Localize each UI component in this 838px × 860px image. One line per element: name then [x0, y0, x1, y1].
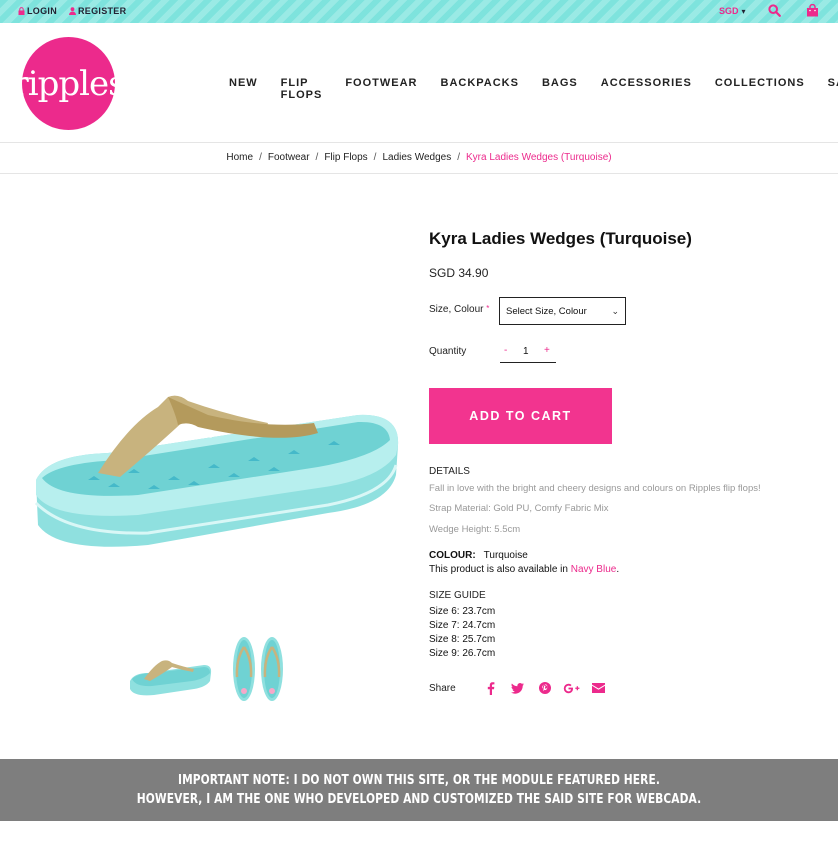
details-strap-material: Strap Material: Gold PU, Comfy Fabric Mi…	[429, 503, 609, 514]
breadcrumb-separator: /	[457, 152, 460, 163]
login-link[interactable]: LOGIN	[18, 6, 57, 16]
product-title: Kyra Ladies Wedges (Turquoise)	[429, 229, 692, 248]
breadcrumb-flip-flops[interactable]: Flip Flops	[324, 152, 367, 163]
google-plus-icon[interactable]	[558, 681, 585, 695]
product-main-image[interactable]: ripples	[28, 385, 400, 555]
currency-selector[interactable]: SGD ▾	[719, 6, 746, 16]
add-to-cart-button[interactable]: ADD TO CART	[429, 388, 612, 444]
nav-item-backpacks[interactable]: BACKPACKS	[441, 77, 519, 101]
size-guide-row: Size 9: 26.7cm	[429, 648, 496, 659]
quantity-increase-button[interactable]: +	[544, 345, 550, 356]
details-description: Fall in love with the bright and cheery …	[429, 483, 761, 494]
breadcrumb: Home / Footwear / Flip Flops / Ladies Wedges / K…	[0, 152, 838, 163]
breadcrumb-separator: /	[373, 152, 377, 163]
disclaimer-line-2: HOWEVER, I AM THE ONE WHO DEVELOPED AND …	[136, 792, 702, 807]
search-button[interactable]	[768, 4, 781, 22]
availability-suffix: .	[616, 564, 620, 575]
brand-logo[interactable]: ripples	[12, 37, 126, 130]
pinterest-icon[interactable]	[531, 681, 558, 695]
quantity-input[interactable]: 1	[523, 346, 529, 357]
divider	[0, 142, 838, 143]
currency-label: SGD	[719, 6, 739, 16]
divider	[0, 173, 838, 174]
lock-icon	[18, 7, 25, 15]
breadcrumb-separator: /	[315, 152, 319, 163]
product-thumbnail-side[interactable]	[128, 655, 212, 697]
size-colour-select-value: Select Size, Colour	[506, 305, 587, 317]
breadcrumb-current: Kyra Ladies Wedges (Turquoise)	[465, 152, 612, 163]
product-price: SGD 34.90	[429, 266, 489, 280]
nav-item-flip-flops[interactable]: FLIP FLOPS	[281, 77, 323, 101]
caret-down-icon: ▾	[741, 7, 746, 16]
colour-info: COLOUR: Turquoise	[429, 550, 528, 561]
details-heading: DETAILS	[429, 466, 470, 477]
search-icon	[768, 4, 781, 17]
navy-blue-link[interactable]: Navy Blue	[571, 564, 617, 575]
email-icon[interactable]	[585, 681, 612, 695]
size-guide-row: Size 8: 25.7cm	[429, 634, 496, 645]
chevron-down-icon: ⌄	[611, 306, 619, 316]
share-icons	[477, 681, 612, 695]
nav-item-collections[interactable]: COLLECTIONS	[715, 77, 805, 101]
logo-text: ripples	[12, 63, 125, 104]
main-nav: NEW FLIP FLOPS FOOTWEAR BACKPACKS BAGS A…	[229, 77, 838, 101]
nav-item-new[interactable]: NEW	[229, 77, 258, 101]
shopping-bag-icon	[807, 3, 818, 17]
twitter-icon[interactable]	[504, 681, 531, 695]
nav-item-bags[interactable]: BAGS	[542, 77, 578, 101]
nav-item-footwear[interactable]: FOOTWEAR	[345, 77, 417, 101]
breadcrumb-home[interactable]: Home	[226, 152, 253, 163]
account-links: LOGIN REGISTER	[18, 6, 126, 16]
colour-value: Turquoise	[483, 550, 528, 561]
size-colour-select[interactable]: Select Size, Colour ⌄	[499, 297, 626, 325]
size-colour-label-text: Size, Colour	[429, 304, 484, 315]
breadcrumb-separator: /	[259, 152, 262, 163]
facebook-icon[interactable]	[477, 681, 504, 695]
register-link[interactable]: REGISTER	[69, 6, 126, 16]
register-label: REGISTER	[78, 6, 127, 16]
top-bar: LOGIN REGISTER SGD ▾	[0, 0, 838, 23]
size-guide-row: Size 6: 23.7cm	[429, 606, 496, 617]
quantity-label: Quantity	[429, 346, 467, 357]
colour-label: COLOUR:	[429, 550, 476, 561]
details-wedge-height: Wedge Height: 5.5cm	[429, 524, 521, 535]
size-guide-row: Size 7: 24.7cm	[429, 620, 496, 631]
disclaimer-line-1: IMPORTANT NOTE: I DO NOT OWN THIS SITE, …	[178, 773, 660, 788]
disclaimer-banner: IMPORTANT NOTE: I DO NOT OWN THIS SITE, …	[0, 759, 838, 821]
breadcrumb-ladies-wedges[interactable]: Ladies Wedges	[382, 152, 451, 163]
user-icon	[69, 7, 76, 15]
breadcrumb-footwear[interactable]: Footwear	[268, 152, 310, 163]
product-thumbnail-top[interactable]	[228, 633, 288, 703]
quantity-decrease-button[interactable]: -	[504, 345, 507, 356]
quantity-stepper: - 1 +	[500, 342, 556, 363]
required-marker: *	[486, 304, 490, 313]
share-label: Share	[429, 683, 456, 694]
size-colour-label: Size, Colour *	[429, 304, 489, 315]
nav-item-sale[interactable]: SALE	[828, 77, 838, 101]
login-label: LOGIN	[27, 6, 57, 16]
nav-item-accessories[interactable]: ACCESSORIES	[601, 77, 692, 101]
size-guide-heading: SIZE GUIDE	[429, 590, 486, 601]
cart-button[interactable]	[806, 3, 819, 22]
availability-prefix: This product is also available in	[429, 564, 571, 575]
availability-note: This product is also available in Navy B…	[429, 564, 619, 575]
